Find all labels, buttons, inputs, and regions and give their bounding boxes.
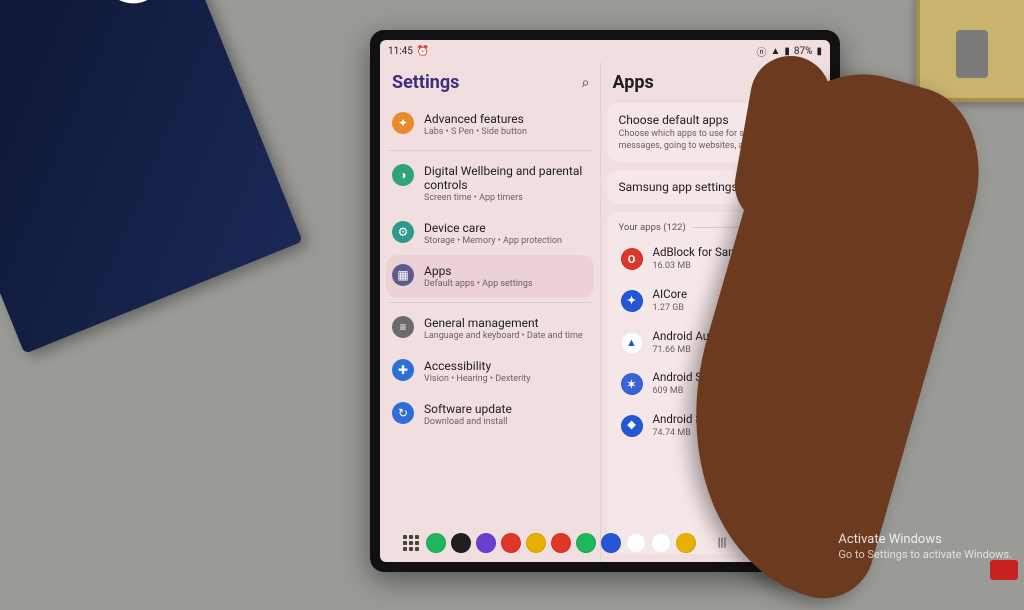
taskbar-app[interactable] bbox=[526, 533, 546, 553]
channel-logo bbox=[990, 560, 1018, 580]
settings-item-sub: Download and install bbox=[424, 417, 512, 427]
apps-drawer-icon[interactable] bbox=[401, 533, 421, 553]
settings-item-advanced-features[interactable]: ✦ Advanced featuresLabs • S Pen • Side bu… bbox=[386, 103, 594, 146]
app-icon: ✶ bbox=[621, 373, 643, 395]
settings-item-icon: ⚙ bbox=[392, 221, 414, 243]
settings-item-accessibility[interactable]: ✚ AccessibilityVision • Hearing • Dexteri… bbox=[386, 350, 594, 393]
settings-item-icon: ↻ bbox=[392, 402, 414, 424]
settings-item-title: Device care bbox=[424, 221, 562, 235]
watermark-sub: Go to Settings to activate Windows. bbox=[838, 548, 1012, 562]
settings-header: Settings ⌕ bbox=[386, 66, 594, 103]
settings-item-sub: Default apps • App settings bbox=[424, 279, 533, 289]
taskbar-app[interactable] bbox=[676, 533, 696, 553]
app-title: AICore bbox=[653, 287, 688, 301]
nfc-icon: ⓝ bbox=[756, 44, 766, 59]
wooden-jig bbox=[916, 0, 1024, 102]
status-bar: 11:45 ⏰ ⓝ ▲ ▮ 87% ▮ bbox=[380, 40, 830, 62]
settings-item-general-management[interactable]: ≡ General managementLanguage and keyboard… bbox=[386, 307, 594, 350]
settings-item-digital-wellbeing-and-parental-controls[interactable]: ◑ Digital Wellbeing and parental controls… bbox=[386, 155, 594, 212]
settings-item-icon: ▦ bbox=[392, 264, 414, 286]
apps-title: Apps bbox=[613, 72, 654, 93]
settings-item-device-care[interactable]: ⚙ Device careStorage • Memory • App prote… bbox=[386, 212, 594, 255]
settings-item-apps[interactable]: ▦ AppsDefault apps • App settings bbox=[386, 255, 594, 298]
settings-item-sub: Labs • S Pen • Side button bbox=[424, 127, 527, 137]
settings-item-title: Accessibility bbox=[424, 359, 531, 373]
taskbar-app[interactable] bbox=[651, 533, 671, 553]
taskbar-app[interactable] bbox=[601, 533, 621, 553]
settings-item-title: Software update bbox=[424, 402, 512, 416]
app-icon: O bbox=[621, 248, 643, 270]
box-badge bbox=[92, 0, 175, 13]
battery-icon: ▮ bbox=[816, 46, 822, 57]
windows-watermark: Activate Windows Go to Settings to activ… bbox=[838, 532, 1012, 562]
taskbar-app[interactable] bbox=[501, 533, 521, 553]
taskbar-app[interactable] bbox=[476, 533, 496, 553]
settings-item-sub: Storage • Memory • App protection bbox=[424, 236, 562, 246]
settings-item-icon: ◑ bbox=[392, 164, 414, 186]
recents-button[interactable]: ||| bbox=[715, 535, 729, 552]
taskbar-apps[interactable] bbox=[426, 533, 696, 553]
settings-pane: Settings ⌕ ✦ Advanced featuresLabs • S Pe… bbox=[380, 62, 601, 562]
taskbar-app[interactable] bbox=[626, 533, 646, 553]
settings-item-software-update[interactable]: ↻ Software updateDownload and install bbox=[386, 393, 594, 436]
settings-item-title: Apps bbox=[424, 264, 533, 278]
alarm-icon: ⏰ bbox=[417, 46, 429, 57]
taskbar-app[interactable] bbox=[576, 533, 596, 553]
wifi-icon: ▲ bbox=[770, 46, 780, 57]
app-icon: ✦ bbox=[621, 290, 643, 312]
product-box: Galaxy Z Fold6 bbox=[0, 0, 303, 354]
settings-item-sub: Vision • Hearing • Dexterity bbox=[424, 374, 531, 384]
battery-text: 87% bbox=[794, 46, 813, 57]
settings-item-title: Advanced features bbox=[424, 112, 527, 126]
settings-list[interactable]: ✦ Advanced featuresLabs • S Pen • Side bu… bbox=[386, 103, 594, 562]
settings-item-icon: ≡ bbox=[392, 316, 414, 338]
settings-item-title: Digital Wellbeing and parental controls bbox=[424, 164, 588, 192]
settings-item-icon: ✚ bbox=[392, 359, 414, 381]
search-icon[interactable]: ⌕ bbox=[582, 75, 590, 91]
taskbar-app[interactable] bbox=[551, 533, 571, 553]
taskbar-app[interactable] bbox=[426, 533, 446, 553]
settings-item-sub: Language and keyboard • Date and time bbox=[424, 331, 583, 341]
app-icon: ❖ bbox=[621, 415, 643, 437]
your-apps-label: Your apps (122) bbox=[619, 222, 686, 233]
settings-item-icon: ✦ bbox=[392, 112, 414, 134]
settings-item-title: General management bbox=[424, 316, 583, 330]
app-icon: ▲ bbox=[621, 332, 643, 354]
status-time: 11:45 bbox=[388, 46, 413, 57]
taskbar-app[interactable] bbox=[451, 533, 471, 553]
app-size: 1.27 GB bbox=[653, 303, 688, 315]
settings-item-sub: Screen time • App timers bbox=[424, 193, 588, 203]
settings-title: Settings bbox=[392, 72, 459, 93]
watermark-title: Activate Windows bbox=[838, 532, 1012, 548]
